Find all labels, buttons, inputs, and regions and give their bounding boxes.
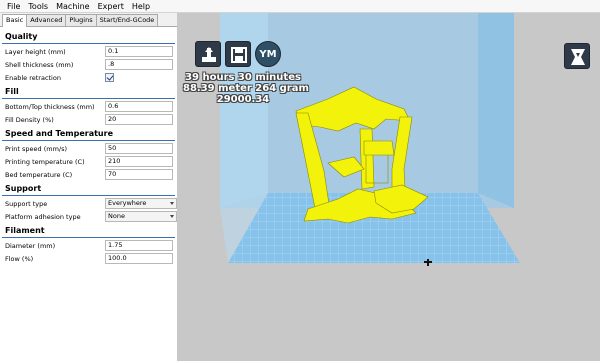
diameter-row: Diameter (mm) 1.75 (0, 239, 177, 252)
tab-start-end-gcode[interactable]: Start/End-GCode (95, 14, 159, 26)
flow-input[interactable]: 100.0 (105, 253, 173, 264)
diameter-label: Diameter (mm) (5, 241, 56, 250)
section-support-title: Support (5, 184, 42, 193)
diameter-input[interactable]: 1.75 (105, 240, 173, 251)
section-divider (2, 140, 175, 141)
section-speed-title: Speed and Temperature (5, 129, 113, 138)
print-speed-row: Print speed (mm/s) 50 (0, 142, 177, 155)
shell-thickness-row: Shell thickness (mm) .8 (0, 58, 177, 71)
menu-file[interactable]: File (3, 0, 24, 13)
print-temp-row: Printing temperature (C) 210 (0, 155, 177, 168)
section-quality-title: Quality (5, 32, 38, 41)
menu-help[interactable]: Help (128, 0, 154, 13)
section-divider (2, 98, 175, 99)
print-time-text: 39 hours 30 minutes (185, 72, 301, 83)
layer-height-label: Layer height (mm) (5, 47, 66, 56)
bottom-top-label: Bottom/Top thickness (mm) (5, 102, 95, 111)
section-fill-title: Fill (5, 87, 19, 96)
menu-expert[interactable]: Expert (94, 0, 128, 13)
retraction-checkbox[interactable] (105, 73, 114, 82)
print-temp-label: Printing temperature (C) (5, 157, 85, 166)
support-type-row: Support type Everywhere (0, 197, 177, 210)
material-usage-text: 88.39 meter 264 gram (183, 83, 309, 94)
layer-height-row: Layer height (mm) 0.1 (0, 45, 177, 58)
layer-height-input[interactable]: 0.1 (105, 46, 173, 57)
save-gcode-button[interactable] (225, 41, 251, 67)
3d-viewport[interactable]: YM 39 hours 30 minutes 88.39 meter 264 g… (178, 13, 600, 361)
settings-panel: Basic Advanced Plugins Start/End-GCode Q… (0, 13, 178, 361)
fill-density-row: Fill Density (%) 20 (0, 113, 177, 126)
bed-temp-row: Bed temperature (C) 70 (0, 168, 177, 181)
bed-temp-input[interactable]: 70 (105, 169, 173, 180)
shell-thickness-input[interactable]: .8 (105, 59, 173, 70)
bed-temp-label: Bed temperature (C) (5, 170, 73, 179)
menu-tools[interactable]: Tools (24, 0, 52, 13)
tab-advanced[interactable]: Advanced (26, 14, 67, 26)
flow-label: Flow (%) (5, 254, 34, 263)
adhesion-select[interactable]: None (105, 211, 177, 222)
support-type-select[interactable]: Everywhere (105, 198, 177, 209)
section-divider (2, 237, 175, 238)
menu-bar: File Tools Machine Expert Help (0, 0, 600, 13)
tab-plugins[interactable]: Plugins (65, 14, 97, 26)
fill-density-label: Fill Density (%) (5, 115, 54, 124)
fill-density-input[interactable]: 20 (105, 114, 173, 125)
print-speed-input[interactable]: 50 (105, 143, 173, 154)
load-model-icon (202, 47, 216, 62)
load-model-button[interactable] (195, 41, 221, 67)
save-gcode-icon (231, 47, 247, 63)
support-type-label: Support type (5, 199, 48, 208)
bottom-top-input[interactable]: 0.6 (105, 101, 173, 112)
ym-button[interactable]: YM (255, 41, 281, 67)
adhesion-label: Platform adhesion type (5, 212, 81, 221)
shell-thickness-label: Shell thickness (mm) (5, 60, 74, 69)
adhesion-row: Platform adhesion type None (0, 210, 177, 223)
retraction-label: Enable retraction (5, 73, 61, 82)
tab-basic[interactable]: Basic (2, 14, 28, 27)
menu-machine[interactable]: Machine (52, 0, 94, 13)
section-divider (2, 195, 175, 196)
print-speed-label: Print speed (mm/s) (5, 144, 68, 153)
settings-tabs: Basic Advanced Plugins Start/End-GCode (0, 13, 177, 27)
build-volume-right-wall (478, 13, 514, 208)
print-temp-input[interactable]: 210 (105, 156, 173, 167)
section-filament-title: Filament (5, 226, 45, 235)
flow-row: Flow (%) 100.0 (0, 252, 177, 265)
section-divider (2, 43, 175, 44)
retraction-row: Enable retraction (0, 71, 177, 84)
basic-settings: Quality Layer height (mm) 0.1 Shell thic… (0, 27, 177, 265)
view-mode-button[interactable] (564, 43, 590, 69)
view-mode-icon (571, 49, 585, 65)
cost-text: 29000.34 (216, 94, 270, 105)
bottom-top-row: Bottom/Top thickness (mm) 0.6 (0, 100, 177, 113)
